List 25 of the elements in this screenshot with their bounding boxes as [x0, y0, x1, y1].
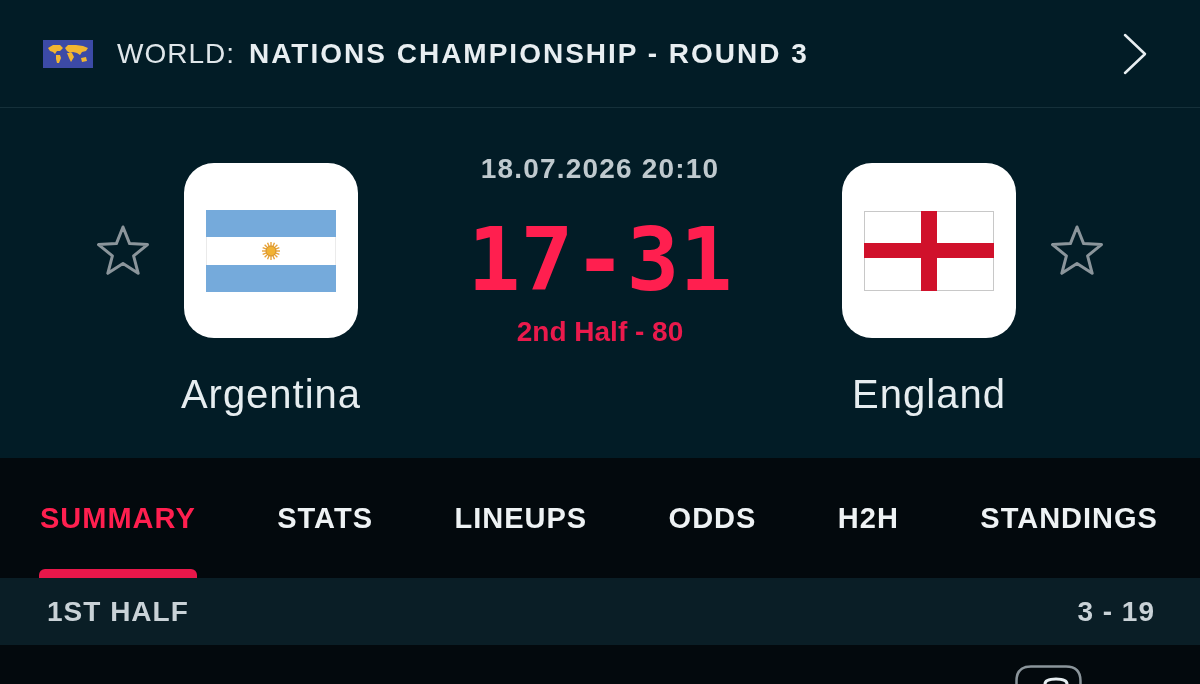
team-name: England [852, 371, 1006, 418]
tab[interactable]: H2H [836, 458, 900, 578]
region-label: WORLD: [117, 37, 235, 70]
england-flag-icon [864, 210, 994, 291]
section-score: 3 - 19 [1077, 595, 1155, 628]
tab[interactable]: SUMMARY [39, 458, 197, 578]
tab[interactable]: LINEUPS [453, 458, 589, 578]
star-icon[interactable] [95, 224, 151, 278]
argentina-flag-icon [206, 209, 336, 292]
rounded-outline-icon[interactable] [1015, 665, 1082, 684]
chevron-right-icon[interactable] [1122, 32, 1148, 75]
match-status: 2nd Half - 80 [516, 315, 684, 349]
competition-header[interactable]: WORLD: NATIONS CHAMPIONSHIP - ROUND 3 [0, 0, 1200, 108]
match-score: 17-31 [467, 216, 733, 304]
team-logo[interactable] [842, 163, 1016, 338]
competition-title: NATIONS CHAMPIONSHIP - ROUND 3 [249, 37, 809, 70]
match-datetime: 18.07.2026 20:10 [480, 152, 720, 186]
team-logo[interactable] [184, 163, 358, 338]
world-map-flag-icon [43, 39, 93, 68]
star-icon[interactable] [1049, 224, 1105, 278]
section-title: 1ST HALF [47, 595, 189, 628]
tab[interactable]: STANDINGS [979, 458, 1159, 578]
team-name: Argentina [180, 371, 362, 418]
tab[interactable]: STATS [276, 458, 374, 578]
tab[interactable]: ODDS [667, 458, 758, 578]
